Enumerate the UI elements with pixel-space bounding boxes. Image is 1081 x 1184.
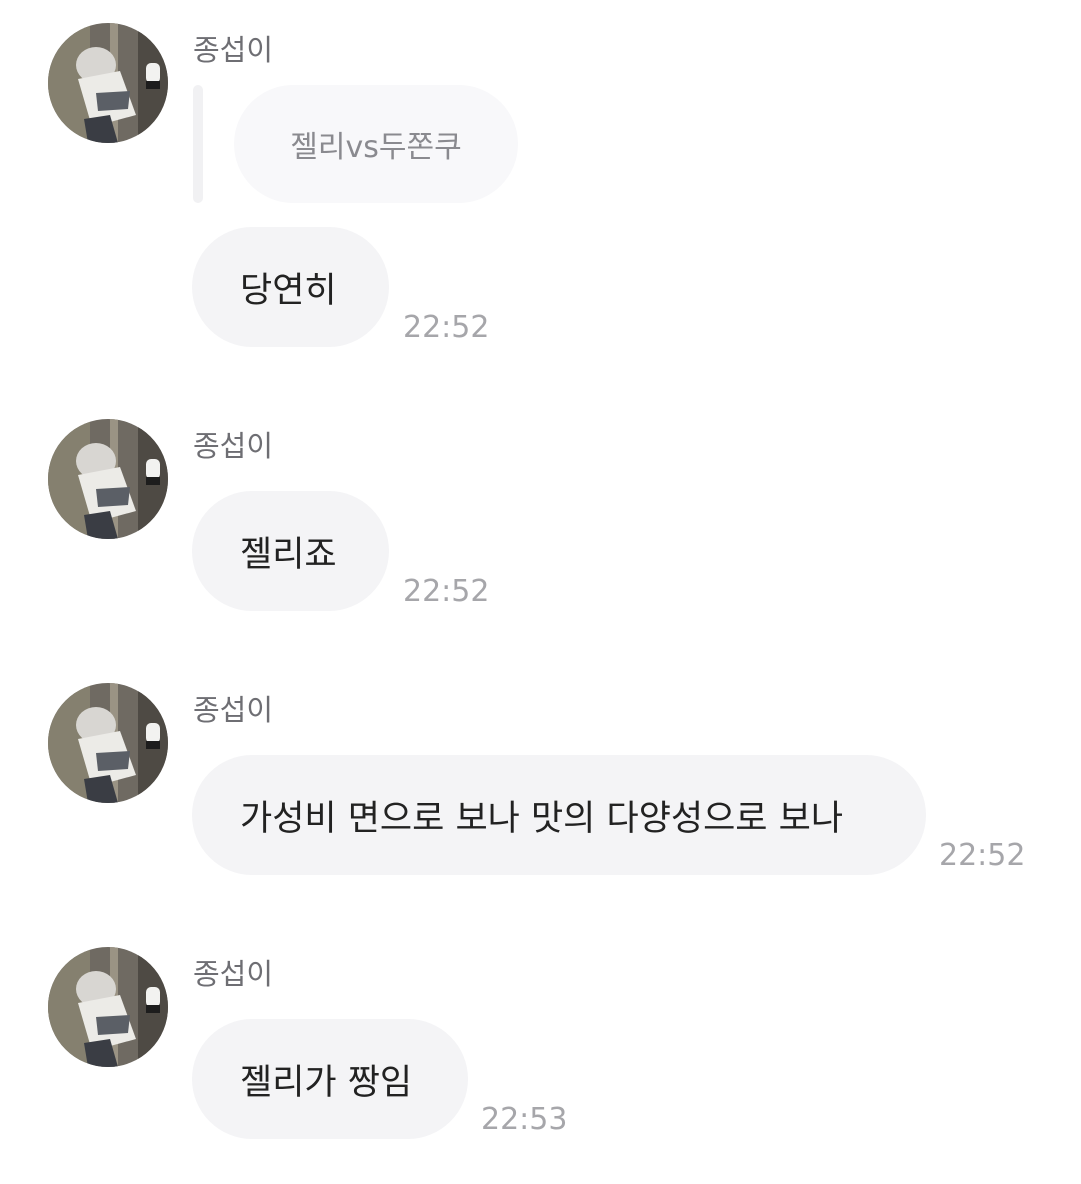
profile-photo-icon [48, 23, 168, 143]
sender-name: 종섭이 [193, 429, 274, 463]
quote-indicator-bar [193, 85, 203, 203]
avatar[interactable] [48, 23, 168, 143]
avatar[interactable] [48, 683, 168, 803]
avatar[interactable] [48, 947, 168, 1067]
message-bubble[interactable]: 젤리죠 [192, 491, 389, 611]
profile-photo-icon [48, 683, 168, 803]
quoted-message[interactable]: 젤리vs두쫀쿠 [234, 85, 518, 203]
message-time: 22:52 [403, 574, 490, 609]
sender-name: 종섭이 [193, 693, 274, 727]
profile-photo-icon [48, 419, 168, 539]
message-bubble[interactable]: 당연히 [192, 227, 389, 347]
message-bubble[interactable]: 가성비 면으로 보나 맛의 다양성으로 보나 [192, 755, 926, 875]
message-bubble[interactable]: 젤리가 짱임 [192, 1019, 468, 1139]
sender-name: 종섭이 [193, 33, 274, 67]
message-time: 22:53 [481, 1102, 568, 1137]
message-time: 22:52 [939, 838, 1026, 873]
avatar[interactable] [48, 419, 168, 539]
message-time: 22:52 [403, 310, 490, 345]
sender-name: 종섭이 [193, 957, 274, 991]
profile-photo-icon [48, 947, 168, 1067]
